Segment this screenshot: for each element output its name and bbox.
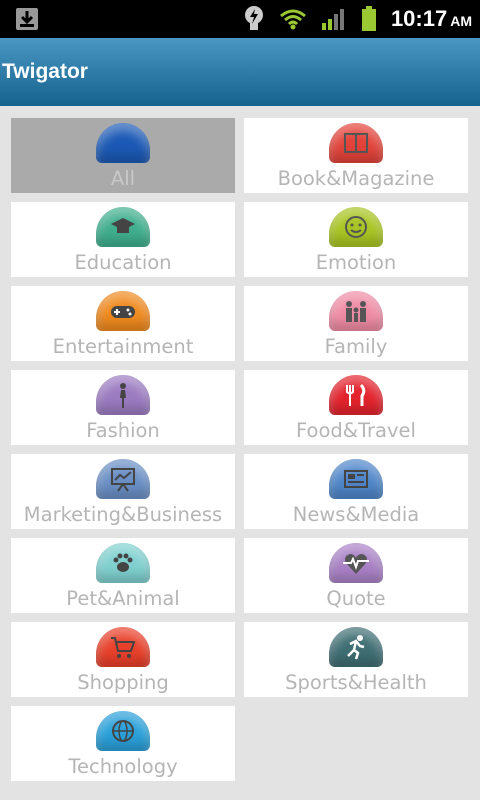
newspaper-icon (329, 459, 383, 499)
battery-icon (361, 6, 376, 31)
fork-knife-icon (329, 375, 383, 415)
signal-icon (321, 9, 344, 30)
family-icon (329, 291, 383, 331)
category-tile-news-media[interactable]: News&Media (244, 454, 468, 529)
clock-ampm: AM (450, 13, 472, 29)
book-icon (329, 123, 383, 163)
category-label: Food&Travel (296, 419, 416, 442)
category-tile-pet-animal[interactable]: Pet&Animal (11, 538, 235, 613)
gamepad-icon (96, 291, 150, 331)
category-label: Sports&Health (285, 671, 427, 694)
category-label: Fashion (86, 419, 160, 442)
category-label: Shopping (77, 671, 169, 694)
graduation-cap-icon (96, 207, 150, 247)
clock: 10:17 AM (391, 6, 472, 32)
category-label: Technology (68, 755, 178, 778)
status-bar: 10:17 AM (0, 0, 480, 38)
category-tile-quote[interactable]: Quote (244, 538, 468, 613)
paw-icon (96, 543, 150, 583)
category-tile-family[interactable]: Family (244, 286, 468, 361)
fashion-icon (96, 375, 150, 415)
download-icon (14, 6, 40, 32)
category-label: Emotion (315, 251, 397, 274)
category-tile-technology[interactable]: Technology (11, 706, 235, 781)
wifi-icon (279, 9, 306, 30)
category-tile-food-travel[interactable]: Food&Travel (244, 370, 468, 445)
lightbulb-icon (244, 6, 263, 30)
category-label: Quote (326, 587, 386, 610)
category-tile-education[interactable]: Education (11, 202, 235, 277)
app-title: Twigator (2, 60, 88, 83)
clock-time: 10:17 (390, 6, 448, 31)
all-icon (96, 123, 150, 163)
category-tile-fashion[interactable]: Fashion (11, 370, 235, 445)
heartbeat-icon (329, 543, 383, 583)
category-label: News&Media (292, 503, 420, 526)
category-label: Education (74, 251, 172, 274)
cart-icon (96, 627, 150, 667)
category-label: Entertainment (52, 335, 194, 358)
category-tile-shopping[interactable]: Shopping (11, 622, 235, 697)
category-label: Marketing&Business (23, 503, 223, 526)
globe-icon (96, 711, 150, 751)
category-tile-emotion[interactable]: Emotion (244, 202, 468, 277)
category-label: Book&Magazine (277, 167, 435, 190)
runner-icon (329, 627, 383, 667)
smiley-icon (329, 207, 383, 247)
category-label: Pet&Animal (66, 587, 180, 610)
category-label: Family (324, 335, 388, 358)
category-label: All (110, 167, 136, 190)
category-tile-book-magazine[interactable]: Book&Magazine (244, 118, 468, 193)
category-tile-entertainment[interactable]: Entertainment (11, 286, 235, 361)
category-tile-sports-health[interactable]: Sports&Health (244, 622, 468, 697)
category-tile-marketing-business[interactable]: Marketing&Business (11, 454, 235, 529)
app-title-bar: Twigator (0, 38, 480, 106)
presentation-icon (96, 459, 150, 499)
category-tile-all[interactable]: All (11, 118, 235, 193)
